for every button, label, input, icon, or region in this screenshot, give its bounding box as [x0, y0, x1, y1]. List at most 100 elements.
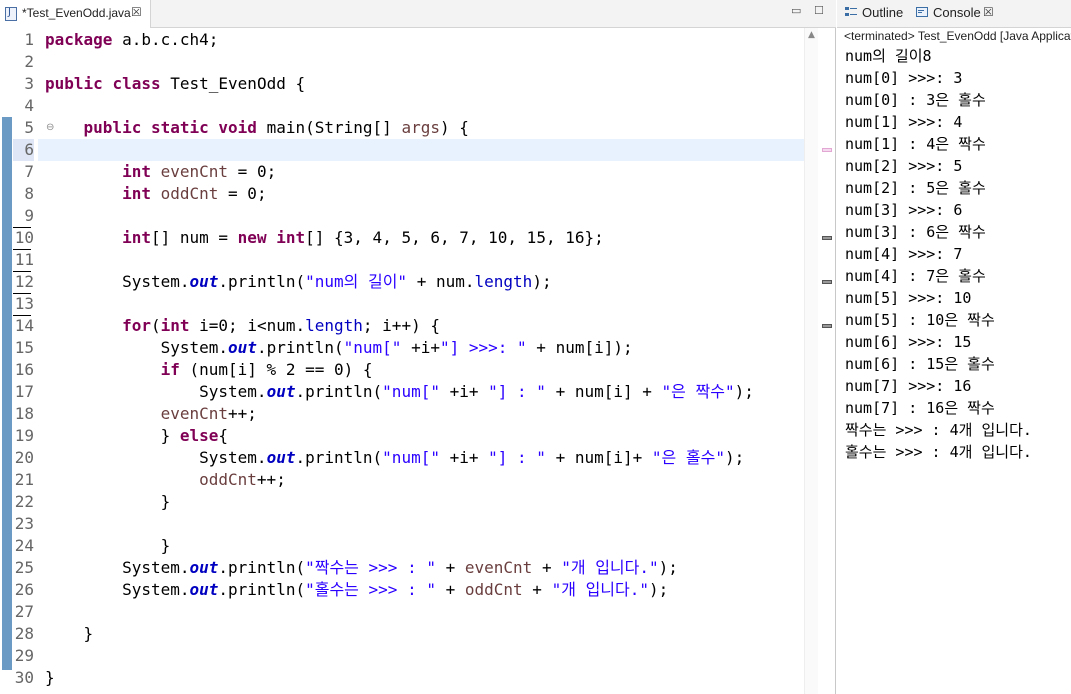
overview-current-line-mark[interactable] [822, 148, 832, 152]
line-number: 3 [24, 74, 34, 93]
code-line-21: oddCnt++; [199, 470, 286, 489]
code-line-16: if (num[i] % 2 == 0) { [160, 360, 373, 379]
console-line: num[2] : 5은 홀수 [845, 179, 986, 197]
line-number: 17 [14, 382, 34, 401]
outline-icon [845, 6, 857, 18]
code-line-25: System.out.println("짝수는 >>> : " + evenCn… [122, 558, 678, 577]
close-icon[interactable]: ☒ [131, 5, 142, 19]
console-line: num[6] : 15은 홀수 [845, 355, 995, 373]
code-line-22: } [160, 492, 171, 511]
line-number: 26 [14, 580, 34, 599]
console-line: 짝수는 >>> : 4개 입니다. [845, 421, 1032, 439]
console-icon [916, 6, 928, 18]
console-line: 홀수는 >>> : 4개 입니다. [845, 443, 1032, 461]
code-line-30: } [45, 668, 55, 687]
code-line-3: public class Test_EvenOdd { [45, 74, 306, 93]
current-line-highlight [38, 139, 804, 161]
line-number: 25 [14, 558, 34, 577]
change-separator [13, 271, 31, 272]
java-editor[interactable]: *Test_EvenOdd.java ☒ ▭ ☐ 1 2 3 4 5 6 7 8… [0, 0, 836, 694]
console-line: num[5] >>>: 10 [845, 289, 972, 307]
code-line-10: int[] num = new int[] {3, 4, 5, 6, 7, 10… [122, 228, 604, 247]
editor-tab-test-evenodd[interactable]: *Test_EvenOdd.java ☒ [0, 0, 151, 28]
code-line-20: System.out.println("num[" +i+ "] : " + n… [199, 448, 745, 467]
overview-mark[interactable] [822, 324, 832, 328]
line-number: 24 [14, 536, 34, 555]
editor-tab-label: *Test_EvenOdd.java [22, 6, 131, 20]
change-separator [13, 315, 31, 316]
tab-console-label: Console [933, 5, 981, 20]
line-number: 10 [14, 228, 34, 247]
change-bar [2, 117, 12, 670]
line-number: 30 [14, 668, 34, 687]
console-panel: Outline Console ☒ <terminated> Test_Even… [837, 0, 1071, 694]
editor-tab-bar: *Test_EvenOdd.java ☒ ▭ ☐ [0, 0, 836, 28]
console-status: <terminated> Test_EvenOdd [Java Applicat [844, 29, 1071, 43]
code-line-15: System.out.println("num[" +i+"] >>>: " +… [160, 338, 633, 357]
console-line: num의 길이8 [845, 47, 932, 65]
line-number: 28 [14, 624, 34, 643]
line-number: 23 [14, 514, 34, 533]
change-separator [13, 249, 31, 250]
close-icon[interactable]: ☒ [983, 5, 994, 19]
change-ruler [0, 28, 13, 694]
view-tab-bar: Outline Console ☒ [837, 0, 1071, 28]
console-line: num[0] >>>: 3 [845, 69, 963, 87]
change-separator [13, 227, 31, 228]
scroll-up-icon[interactable]: ▲ [808, 30, 815, 40]
console-line: num[0] : 3은 홀수 [845, 91, 986, 109]
tab-outline[interactable]: Outline [845, 4, 925, 24]
line-number: 9 [24, 206, 34, 225]
line-number: 27 [14, 602, 34, 621]
overview-ruler[interactable] [818, 28, 835, 694]
code-line-12: System.out.println("num의 길이" + num.lengt… [122, 272, 552, 291]
console-line: num[7] >>>: 16 [845, 377, 972, 395]
console-line: num[4] : 7은 홀수 [845, 267, 986, 285]
maximize-icon[interactable]: ☐ [814, 4, 826, 17]
console-line: num[2] >>>: 5 [845, 157, 963, 175]
line-number: 2 [24, 52, 34, 71]
code-line-5: public static void main(String[] args) { [83, 118, 469, 137]
line-number: 15 [14, 338, 34, 357]
line-number: 5 [24, 118, 34, 137]
line-number: 7 [24, 162, 34, 181]
minimize-icon[interactable]: ▭ [791, 4, 803, 17]
tab-outline-label: Outline [862, 5, 904, 20]
line-number: 19 [14, 426, 34, 445]
line-number: 14 [14, 316, 34, 335]
line-number: 16 [14, 360, 34, 379]
console-line: num[5] : 10은 짝수 [845, 311, 995, 329]
code-line-7: int evenCnt = 0; [122, 162, 277, 181]
vertical-scrollbar[interactable]: ▲ [804, 28, 819, 694]
line-number: 12 [14, 272, 34, 291]
overview-mark[interactable] [822, 280, 832, 284]
java-file-icon [5, 7, 17, 21]
line-number: 4 [24, 96, 34, 115]
line-number-gutter: 1 2 3 4 5 6 7 8 9 10 11 12 13 14 15 16 1… [13, 28, 54, 694]
code-line-24: } [160, 536, 171, 555]
code-line-17: System.out.println("num[" +i+ "] : " + n… [199, 382, 754, 401]
line-number: 21 [14, 470, 34, 489]
console-line: num[7] : 16은 짝수 [845, 399, 995, 417]
code-line-1: package a.b.c.ch4; [45, 30, 219, 49]
console-line: num[1] : 4은 짝수 [845, 135, 986, 153]
console-line: num[3] >>>: 6 [845, 201, 963, 219]
change-separator [13, 293, 31, 294]
line-number: 29 [14, 646, 34, 665]
line-number: 11 [14, 250, 34, 269]
line-number: 13 [14, 294, 34, 313]
line-number: 1 [24, 30, 34, 49]
line-number: 18 [14, 404, 34, 423]
code-line-8: int oddCnt = 0; [122, 184, 267, 203]
console-line: num[4] >>>: 7 [845, 245, 963, 263]
overview-mark[interactable] [822, 236, 832, 240]
console-line: num[6] >>>: 15 [845, 333, 972, 351]
console-line: num[1] >>>: 4 [845, 113, 963, 131]
console-line: num[3] : 6은 짝수 [845, 223, 986, 241]
line-number: 22 [14, 492, 34, 511]
code-line-28: } [83, 624, 94, 643]
line-number: 6 [13, 139, 34, 161]
code-line-18: evenCnt++; [160, 404, 257, 423]
code-line-19: } else{ [160, 426, 229, 445]
line-number: 8 [24, 184, 34, 203]
